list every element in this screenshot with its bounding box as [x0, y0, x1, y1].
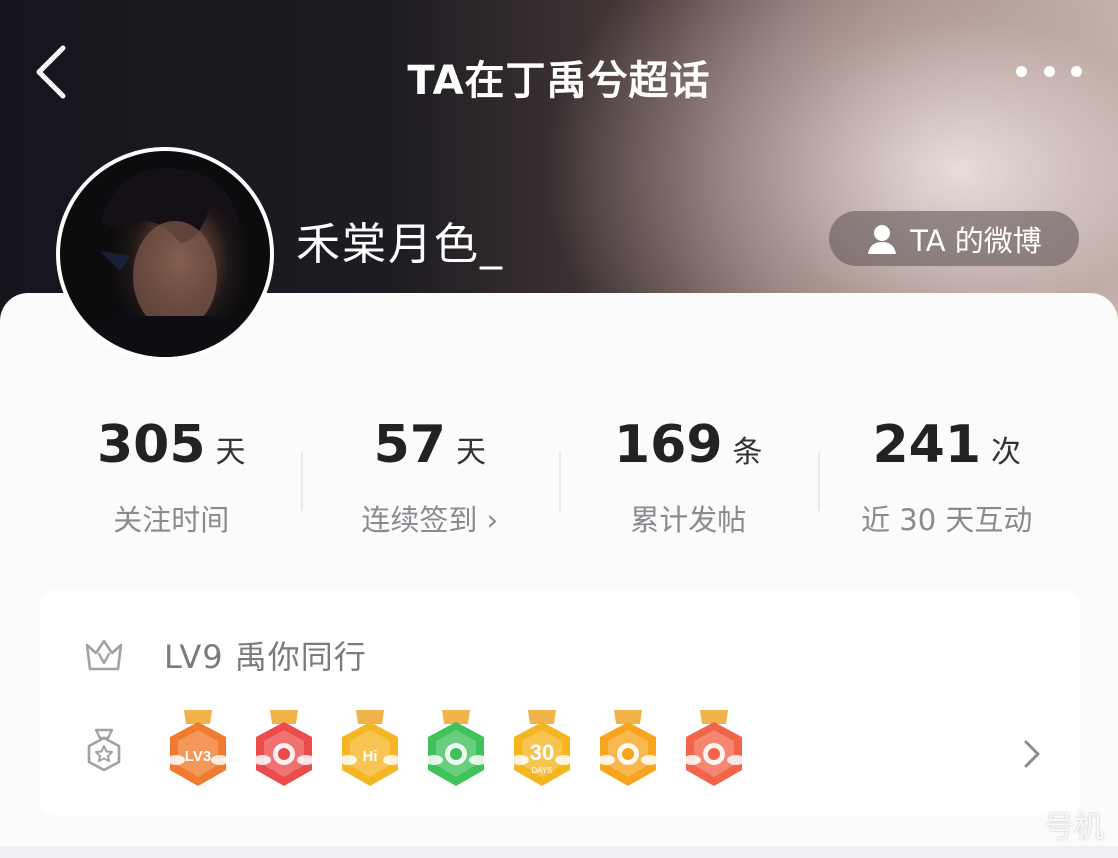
bottom-strip [0, 846, 1118, 858]
stat-unit: 条 [732, 435, 763, 470]
badge-graphic: LV3 [167, 710, 229, 786]
stat-unit: 天 [455, 435, 486, 470]
badge-graphic: Hi [339, 710, 401, 786]
badge-list: LV3 Hi 30 DAYS [166, 710, 746, 790]
level-row: LV9 禹你同行 [84, 630, 367, 680]
lv-badge-icon[interactable]: LV3 [166, 710, 230, 790]
more-dot-icon [1016, 65, 1027, 77]
svg-text:30: 30 [530, 740, 554, 765]
level-text: LV9 禹你同行 [164, 638, 367, 676]
stats-row: 305 天 关注时间 57 天 连续签到 › 169 条 累计发帖 241 次 … [42, 393, 1076, 565]
stat-recent-interactions: 241 次 近 30 天互动 [817, 393, 1077, 565]
page-title: TA在丁禹兮超话 [407, 58, 711, 104]
stat-value: 241 [872, 415, 982, 475]
chevron-right-icon[interactable] [1022, 738, 1042, 770]
view-weibo-button[interactable]: TA 的微博 [829, 211, 1079, 266]
more-options-button[interactable] [1016, 56, 1082, 86]
stat-consecutive-checkin[interactable]: 57 天 连续签到 › [300, 393, 560, 565]
svg-text:LV3: LV3 [185, 748, 211, 765]
trophy-badge-icon[interactable] [252, 710, 316, 790]
stat-value: 169 [613, 415, 723, 475]
more-dot-icon [1071, 65, 1082, 77]
stat-value: 305 [96, 415, 206, 475]
stat-label: 连续签到 › [361, 503, 499, 537]
stat-label: 累计发帖 [630, 503, 747, 537]
stat-unit: 天 [215, 435, 246, 470]
stat-label: 关注时间 [113, 503, 230, 537]
rock-hand-badge-icon[interactable] [682, 710, 746, 790]
level-and-badges-panel[interactable]: LV9 禹你同行 LV3 Hi 30 DAYS [40, 590, 1080, 815]
emoji-badge-icon[interactable] [596, 710, 660, 790]
stat-total-posts: 169 条 累计发帖 [559, 393, 818, 565]
badge-graphic [253, 710, 315, 786]
badge-graphic [683, 710, 745, 786]
stat-follow-duration: 305 天 关注时间 [42, 393, 301, 565]
svg-text:DAYS: DAYS [531, 766, 552, 775]
user-icon [868, 224, 897, 254]
svg-text:Hi: Hi [363, 748, 378, 765]
stat-label: 近 30 天互动 [861, 503, 1033, 537]
watermark: 号机 [1044, 810, 1104, 845]
username: 禾棠月色_ [296, 219, 504, 270]
view-weibo-label: TA 的微博 [910, 223, 1042, 258]
hi-badge-icon[interactable]: Hi [338, 710, 402, 790]
avatar[interactable] [56, 147, 274, 361]
hand-badge-icon[interactable] [424, 710, 488, 790]
stat-value: 57 [373, 415, 446, 475]
badge-graphic [425, 710, 487, 786]
badges-row[interactable]: LV3 Hi 30 DAYS [84, 708, 1044, 792]
top-navigation-bar: TA在丁禹兮超话 [0, 0, 1118, 150]
avatar-portrait-icon [80, 168, 260, 357]
stat-unit: 次 [991, 435, 1022, 470]
more-dot-icon [1043, 65, 1055, 77]
badge-graphic [597, 710, 659, 786]
30-days-badge-icon[interactable]: 30 DAYS [510, 710, 574, 790]
medal-icon [87, 728, 121, 772]
badge-graphic: 30DAYS [511, 710, 573, 786]
crown-level-icon [85, 639, 123, 671]
